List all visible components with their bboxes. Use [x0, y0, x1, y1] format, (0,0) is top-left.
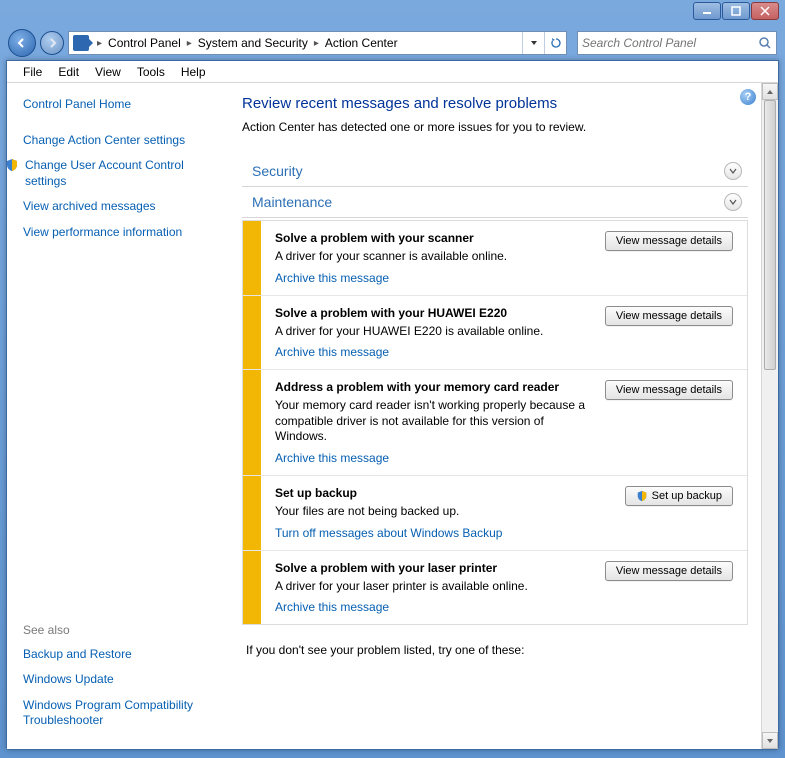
see-also-heading: See also [23, 623, 212, 637]
message-title: Address a problem with your memory card … [275, 380, 589, 394]
scrollbar-thumb[interactable] [764, 100, 776, 370]
search-box[interactable] [577, 31, 777, 55]
menu-file[interactable]: File [15, 63, 50, 81]
breadcrumb-item[interactable]: System and Security [196, 36, 310, 50]
message-link[interactable]: Archive this message [275, 271, 589, 285]
message-description: A driver for your HUAWEI E220 is availab… [275, 324, 589, 340]
nav-forward-button[interactable] [40, 31, 64, 55]
message-title: Solve a problem with your laser printer [275, 561, 589, 575]
sidebar: Control Panel Home Change Action Center … [7, 83, 222, 749]
see-also-link[interactable]: Windows Program Compatibility Troublesho… [23, 698, 212, 729]
shield-icon [636, 490, 648, 502]
message-action-button[interactable]: View message details [605, 306, 733, 326]
vertical-scrollbar[interactable] [761, 83, 778, 749]
message-description: Your memory card reader isn't working pr… [275, 398, 589, 445]
security-label: Security [242, 163, 724, 179]
maintenance-section-header[interactable]: Maintenance [242, 187, 748, 218]
message-action-button[interactable]: View message details [605, 561, 733, 581]
severity-bar [243, 551, 261, 625]
scroll-down-button[interactable] [762, 732, 778, 749]
message-action-button[interactable]: View message details [605, 231, 733, 251]
control-panel-icon [73, 35, 89, 51]
message-link[interactable]: Archive this message [275, 451, 589, 465]
message-item: Solve a problem with your laser printer A… [243, 551, 747, 625]
maintenance-label: Maintenance [242, 194, 724, 210]
message-item: Solve a problem with your HUAWEI E220 A d… [243, 296, 747, 371]
message-list: Solve a problem with your scanner A drive… [242, 220, 748, 625]
message-action-button[interactable]: Set up backup [625, 486, 733, 506]
window-body: File Edit View Tools Help Control Panel … [6, 60, 779, 750]
scroll-up-button[interactable] [762, 83, 778, 100]
minimize-button[interactable] [693, 2, 721, 20]
sidebar-link[interactable]: View archived messages [23, 199, 212, 215]
message-description: A driver for your laser printer is avail… [275, 579, 589, 595]
message-description: Your files are not being backed up. [275, 504, 589, 520]
menu-edit[interactable]: Edit [50, 63, 87, 81]
chevron-right-icon: ▸ [93, 38, 106, 49]
footer-note: If you don't see your problem listed, tr… [242, 643, 772, 657]
breadcrumb-item[interactable]: Action Center [323, 36, 400, 50]
maximize-button[interactable] [722, 2, 750, 20]
message-action-button[interactable]: View message details [605, 380, 733, 400]
help-icon[interactable]: ? [740, 89, 756, 105]
message-title: Solve a problem with your HUAWEI E220 [275, 306, 589, 320]
page-title: Review recent messages and resolve probl… [242, 95, 772, 112]
page-subtitle: Action Center has detected one or more i… [242, 120, 772, 134]
search-icon [758, 36, 772, 50]
message-title: Solve a problem with your scanner [275, 231, 589, 245]
sidebar-link[interactable]: Change Action Center settings [23, 133, 212, 149]
sidebar-link[interactable]: View performance information [23, 225, 212, 241]
breadcrumb-item[interactable]: Control Panel [106, 36, 183, 50]
search-input[interactable] [582, 36, 758, 50]
message-description: A driver for your scanner is available o… [275, 249, 589, 265]
see-also-section: See also Backup and Restore Windows Upda… [23, 623, 212, 739]
sidebar-link[interactable]: Change User Account Control settings [25, 158, 212, 189]
menu-bar: File Edit View Tools Help [7, 61, 778, 83]
chevron-right-icon: ▸ [310, 38, 323, 49]
nav-back-button[interactable] [8, 29, 36, 57]
message-title: Set up backup [275, 486, 589, 500]
severity-bar [243, 370, 261, 475]
see-also-link[interactable]: Windows Update [23, 672, 212, 688]
message-item: Address a problem with your memory card … [243, 370, 747, 476]
chevron-down-icon [724, 193, 742, 211]
severity-bar [243, 221, 261, 295]
menu-help[interactable]: Help [173, 63, 214, 81]
chevron-right-icon: ▸ [183, 38, 196, 49]
address-dropdown-button[interactable] [522, 32, 544, 54]
navigation-row: ▸ Control Panel ▸ System and Security ▸ … [0, 26, 785, 60]
message-item: Set up backup Your files are not being ba… [243, 476, 747, 551]
control-panel-home-link[interactable]: Control Panel Home [23, 97, 212, 113]
address-bar[interactable]: ▸ Control Panel ▸ System and Security ▸ … [68, 31, 567, 55]
see-also-link[interactable]: Backup and Restore [23, 647, 212, 663]
refresh-button[interactable] [544, 32, 566, 54]
close-button[interactable] [751, 2, 779, 20]
message-item: Solve a problem with your scanner A drive… [243, 221, 747, 296]
message-link[interactable]: Archive this message [275, 600, 589, 614]
message-link[interactable]: Archive this message [275, 345, 589, 359]
security-section-header[interactable]: Security [242, 156, 748, 187]
main-panel: ? Review recent messages and resolve pro… [222, 83, 778, 749]
severity-bar [243, 296, 261, 370]
severity-bar [243, 476, 261, 550]
chevron-down-icon [724, 162, 742, 180]
message-link[interactable]: Turn off messages about Windows Backup [275, 526, 589, 540]
menu-tools[interactable]: Tools [129, 63, 173, 81]
window-titlebar [0, 0, 785, 26]
shield-icon [7, 158, 19, 172]
menu-view[interactable]: View [87, 63, 129, 81]
